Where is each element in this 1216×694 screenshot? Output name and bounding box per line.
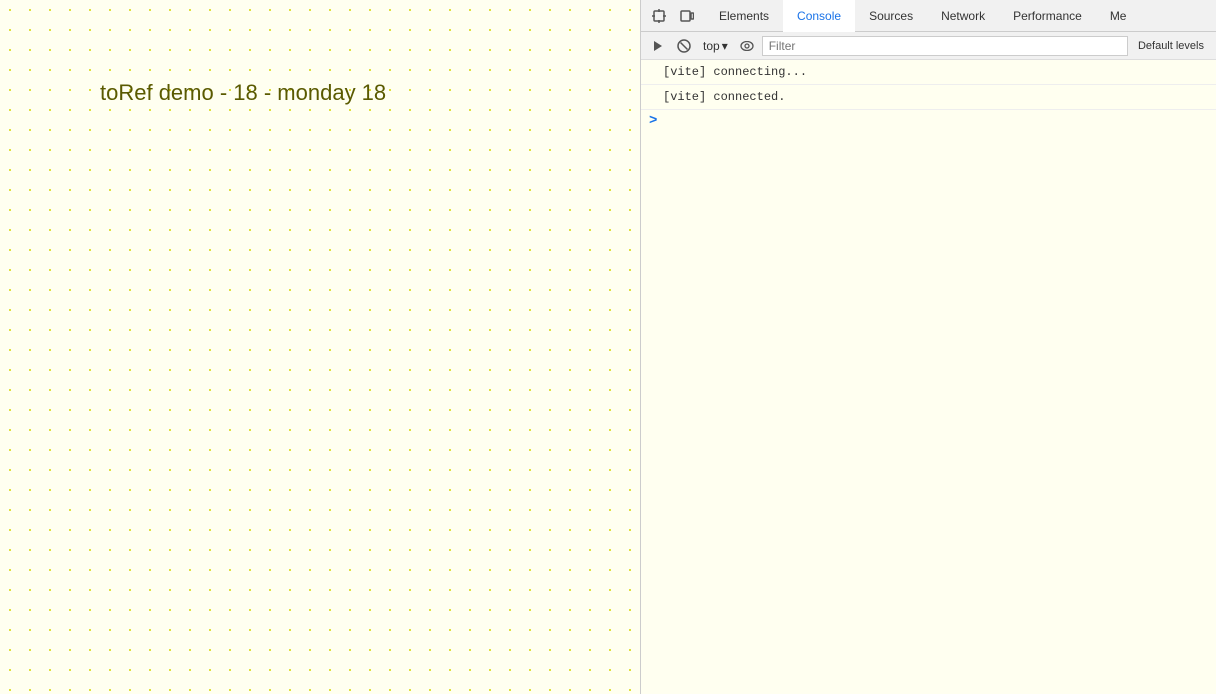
console-message-0: [vite] connecting... [641,60,1216,85]
tab-more[interactable]: Me [1096,0,1141,34]
console-toolbar: top ▾ Default levels [641,32,1216,60]
prompt-arrow-icon: > [649,113,657,129]
tab-sources[interactable]: Sources [855,0,927,34]
page-content-text: toRef demo - 18 - monday 18 [100,80,386,106]
context-label: top [703,39,720,53]
devtools-tabs: Elements Console Sources Network Perform… [705,0,1212,32]
tab-network[interactable]: Network [927,0,999,34]
console-prompt[interactable]: > [641,110,1216,132]
console-execute-button[interactable] [647,35,669,57]
main-page: toRef demo - 18 - monday 18 [0,0,640,694]
console-messages: [vite] connecting... [vite] connected. > [641,60,1216,694]
default-levels-button[interactable]: Default levels [1132,38,1210,54]
context-dropdown-icon: ▾ [722,39,728,53]
console-filter-input[interactable] [762,36,1128,56]
tab-elements[interactable]: Elements [705,0,783,34]
console-clear-button[interactable] [673,35,695,57]
context-selector-button[interactable]: top ▾ [699,37,732,55]
devtools-top-toolbar: Elements Console Sources Network Perform… [641,0,1216,32]
console-visibility-button[interactable] [736,35,758,57]
device-toolbar-button[interactable] [673,2,701,30]
devtools-panel: Elements Console Sources Network Perform… [640,0,1216,694]
console-message-1: [vite] connected. [641,85,1216,110]
inspect-element-button[interactable] [645,2,673,30]
tab-performance[interactable]: Performance [999,0,1096,34]
tab-console[interactable]: Console [783,0,855,34]
